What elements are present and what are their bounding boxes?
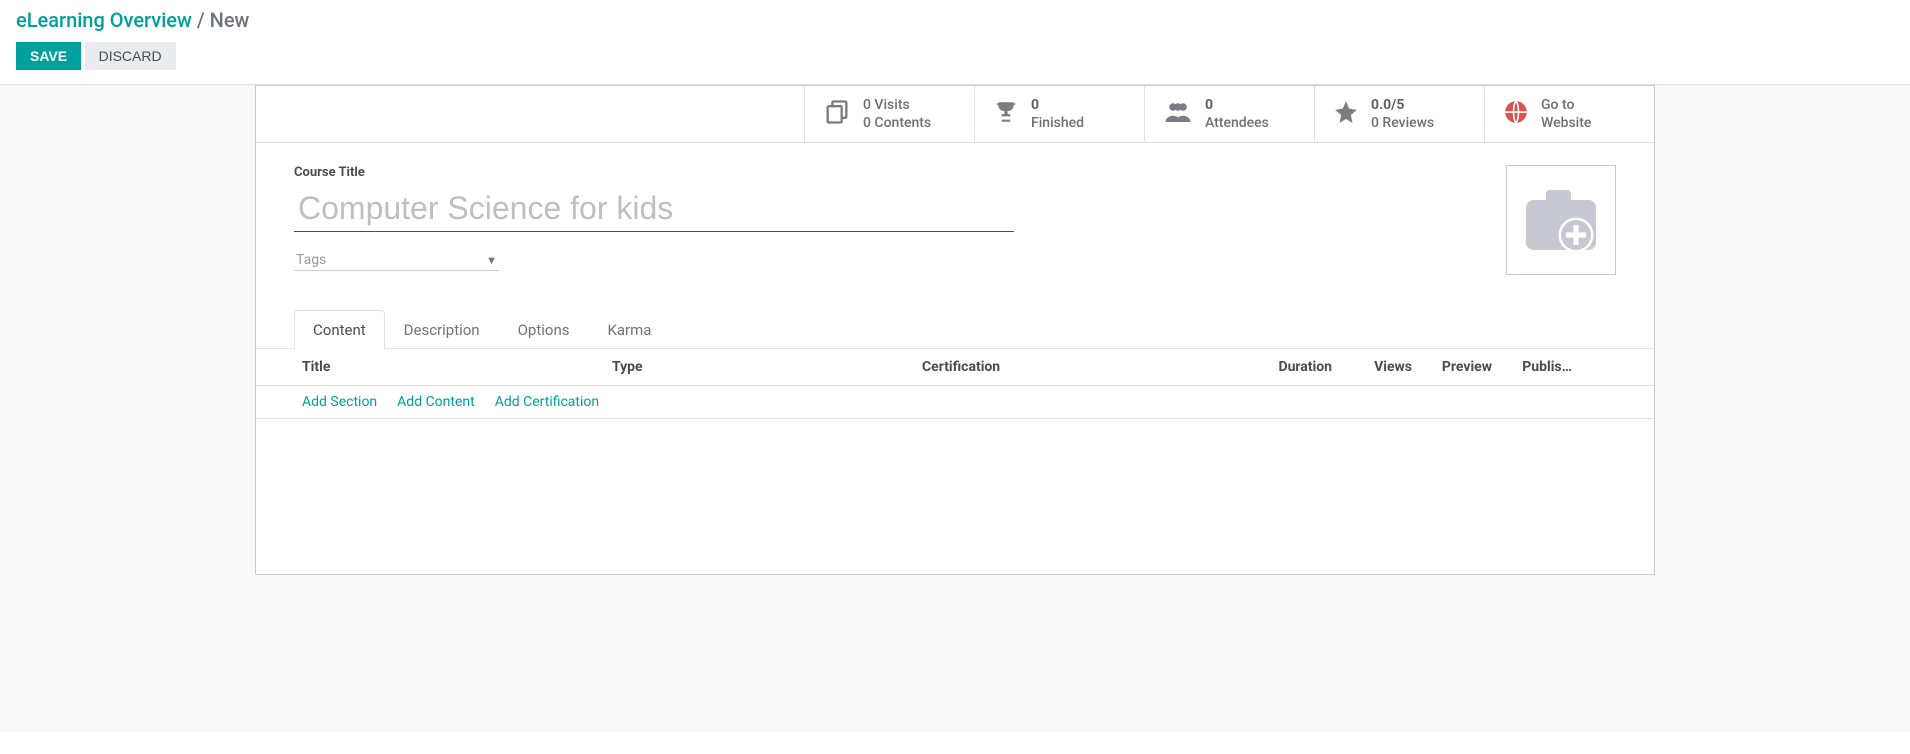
col-certification[interactable]: Certification — [922, 359, 1232, 375]
col-published[interactable]: Publis… — [1492, 359, 1572, 375]
save-button[interactable]: SAVE — [16, 42, 81, 70]
users-icon — [1163, 99, 1193, 129]
stat-goto-line1: Go to — [1541, 96, 1591, 114]
stat-goto-website[interactable]: Go to Website — [1484, 86, 1654, 142]
stat-finished[interactable]: 0 Finished — [974, 86, 1144, 142]
stat-visits[interactable]: 0 Visits 0 Contents — [804, 86, 974, 142]
stat-goto-line2: Website — [1541, 114, 1591, 132]
camera-plus-icon — [1521, 185, 1601, 255]
add-certification-link[interactable]: Add Certification — [495, 394, 599, 410]
star-icon — [1333, 99, 1359, 129]
col-duration[interactable]: Duration — [1232, 359, 1342, 375]
tabs: Content Description Options Karma — [256, 309, 1654, 349]
col-views[interactable]: Views — [1342, 359, 1412, 375]
breadcrumb-current: New — [210, 8, 250, 32]
breadcrumb: eLearning Overview / New — [16, 8, 1894, 32]
col-preview[interactable]: Preview — [1412, 359, 1492, 375]
add-row: Add Section Add Content Add Certificatio… — [256, 386, 1654, 419]
tags-field[interactable]: Tags ▼ — [294, 250, 499, 271]
stat-attendees[interactable]: 0 Attendees — [1144, 86, 1314, 142]
chevron-down-icon: ▼ — [486, 254, 497, 267]
stat-finished-line1: 0 — [1031, 96, 1084, 114]
tab-description[interactable]: Description — [385, 310, 499, 349]
stat-reviews-line2: 0 Reviews — [1371, 114, 1434, 132]
stat-visits-line1: 0 Visits — [863, 96, 931, 114]
form-sheet: 0 Visits 0 Contents 0 Finished 0 — [255, 85, 1655, 575]
course-title-input[interactable] — [294, 184, 1014, 232]
breadcrumb-separator: / — [197, 8, 205, 32]
tags-placeholder: Tags — [296, 252, 326, 268]
stat-reviews-line1: 0.0/5 — [1371, 96, 1434, 114]
tab-content[interactable]: Content — [294, 310, 385, 349]
table-header: Title Type Certification Duration Views … — [256, 349, 1654, 386]
add-content-link[interactable]: Add Content — [397, 394, 475, 410]
stat-attendees-line1: 0 — [1205, 96, 1269, 114]
trophy-icon — [993, 99, 1019, 129]
stat-row: 0 Visits 0 Contents 0 Finished 0 — [256, 86, 1654, 143]
discard-button[interactable]: DISCARD — [85, 42, 176, 70]
tab-options[interactable]: Options — [499, 310, 589, 349]
col-title[interactable]: Title — [302, 359, 612, 375]
tab-karma[interactable]: Karma — [588, 310, 670, 349]
col-type[interactable]: Type — [612, 359, 922, 375]
breadcrumb-parent[interactable]: eLearning Overview — [16, 8, 192, 32]
stat-attendees-line2: Attendees — [1205, 114, 1269, 132]
add-section-link[interactable]: Add Section — [302, 394, 377, 410]
copy-icon — [823, 98, 851, 130]
stat-visits-line2: 0 Contents — [863, 114, 931, 132]
image-upload[interactable] — [1506, 165, 1616, 275]
stat-reviews[interactable]: 0.0/5 0 Reviews — [1314, 86, 1484, 142]
globe-icon — [1503, 99, 1529, 129]
stat-finished-line2: Finished — [1031, 114, 1084, 132]
course-title-label: Course Title — [294, 165, 1616, 180]
